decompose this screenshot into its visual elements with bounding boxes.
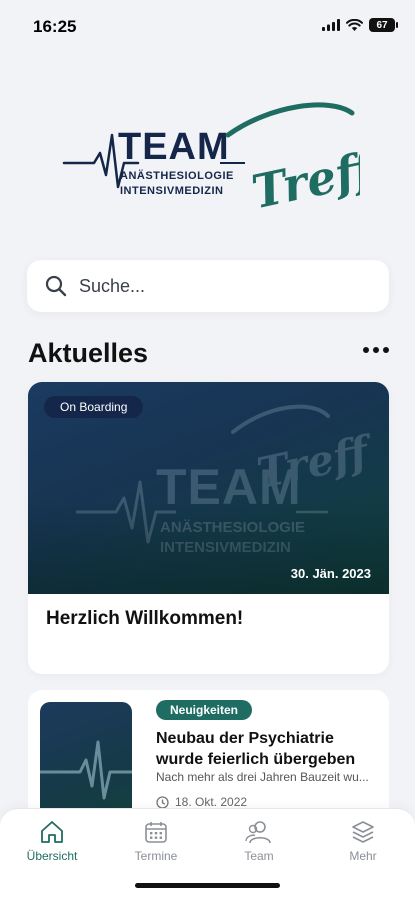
cellular-signal-icon [322, 19, 340, 31]
news-thumbnail [40, 702, 132, 822]
news-date: 18. Okt. 2022 [175, 795, 248, 809]
tab-uebersicht[interactable]: Übersicht [0, 819, 104, 863]
news-date-row: 18. Okt. 2022 [156, 795, 247, 809]
search-placeholder: Suche... [79, 275, 146, 296]
clock-icon [156, 795, 169, 809]
news-title: Neubau der Psychiatrie wurde feierlich ü… [156, 730, 356, 768]
logo-line-anaesthesiologie: ANÄSTHESIOLOGIE [120, 169, 234, 182]
tab-label-uebersicht: Übersicht [26, 849, 78, 863]
featured-news-card[interactable]: TEAM ANÄSTHESIOLOGIE INTENSIVMEDIZIN Tre… [28, 382, 389, 674]
team-treff-logo: TEAM ANÄSTHESIOLOGIE INTENSIVMEDIZIN Tre… [62, 102, 360, 220]
status-icons: 67 [322, 18, 398, 32]
battery-icon: 67 [369, 18, 398, 32]
news-category-badge: Neuigkeiten [156, 700, 253, 720]
wifi-icon [346, 19, 363, 31]
tab-mehr[interactable]: Mehr [311, 819, 415, 863]
status-time: 16:25 [33, 17, 77, 36]
heartbeat-icon [40, 740, 132, 800]
tab-termine[interactable]: Termine [104, 819, 208, 863]
news-excerpt: Nach mehr als drei Jahren Bauzeit wu... [156, 770, 369, 784]
status-bar: 16:25 67 [0, 0, 415, 50]
logo-word-treff: Treff [247, 140, 360, 220]
tab-label-mehr: Mehr [349, 849, 377, 863]
tab-label-termine: Termine [134, 849, 178, 863]
section-title: Aktuelles [28, 338, 149, 368]
category-badge: On Boarding [44, 396, 144, 418]
battery-level: 67 [376, 19, 388, 31]
more-options-icon[interactable] [363, 347, 389, 353]
search-icon [45, 275, 67, 297]
team-icon [245, 821, 271, 844]
home-icon [41, 821, 63, 843]
card-title: Herzlich Willkommen! [46, 608, 244, 629]
logo-word-team: TEAM [118, 126, 230, 168]
home-indicator[interactable] [135, 883, 280, 888]
tab-team[interactable]: Team [207, 819, 311, 863]
search-input[interactable]: Suche... [27, 260, 389, 312]
logo-line-intensivmedizin: INTENSIVMEDIZIN [120, 185, 223, 197]
card-date: 30. Jän. 2023 [290, 566, 371, 581]
featured-card-image: TEAM ANÄSTHESIOLOGIE INTENSIVMEDIZIN Tre… [28, 382, 389, 594]
calendar-icon [145, 822, 167, 843]
tab-label-team: Team [244, 849, 274, 863]
layers-icon [352, 821, 374, 843]
